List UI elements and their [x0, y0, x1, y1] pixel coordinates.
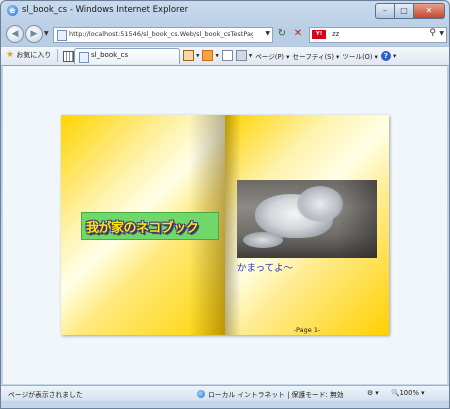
- quick-tabs-icon[interactable]: [63, 51, 74, 62]
- toolbar-separator: [57, 49, 58, 62]
- search-input[interactable]: zz: [332, 30, 339, 38]
- page-icon: [79, 52, 89, 63]
- address-bar[interactable]: http://localhost:51546/sl_book_cs.Web/sl…: [53, 27, 273, 43]
- navigation-bar: ◀ ▶ ▼ http://localhost:51546/sl_book_cs.…: [1, 23, 449, 45]
- maximize-button[interactable]: □: [394, 3, 413, 19]
- stop-icon[interactable]: ✕: [291, 27, 305, 41]
- cat-paw: [243, 232, 283, 248]
- browser-window: e sl_book_cs - Windows Internet Explorer…: [0, 0, 450, 409]
- history-dropdown[interactable]: ▼: [44, 30, 49, 37]
- page-menu[interactable]: ページ(P) ▾: [255, 51, 289, 61]
- tab-label: sl_book_cs: [91, 51, 129, 59]
- feeds-button[interactable]: ▾: [202, 50, 219, 61]
- page-icon: [57, 30, 67, 41]
- refresh-icon[interactable]: ↻: [275, 27, 289, 41]
- book-right-page[interactable]: かまってよ～ -Page 1-: [225, 115, 389, 335]
- photo-shade: [337, 180, 377, 258]
- forward-arrow-icon: ▶: [30, 29, 38, 39]
- zoom-level[interactable]: 🔍100% ▾: [391, 389, 424, 397]
- page-number: -Page 1-: [293, 326, 321, 334]
- mail-button[interactable]: [221, 50, 233, 61]
- book-title: 我が家のネコブック: [86, 221, 199, 236]
- address-dropdown[interactable]: ▼: [265, 30, 270, 37]
- search-box[interactable]: Y! zz ⚲ ▼: [309, 27, 447, 43]
- feeds-icon: [202, 50, 214, 61]
- status-icons[interactable]: ⚙ ▾: [367, 389, 379, 397]
- favorites-label: お気に入り: [16, 51, 52, 59]
- tools-menu[interactable]: ツール(O) ▾: [342, 51, 378, 61]
- book-left-page[interactable]: 我が家のネコブック: [61, 115, 225, 335]
- caption-buttons: – □ ✕: [375, 3, 445, 19]
- tab-sl-book-cs[interactable]: sl_book_cs: [74, 48, 180, 64]
- close-button[interactable]: ✕: [413, 3, 445, 19]
- cat-photo: [237, 180, 377, 258]
- window-title: sl_book_cs - Windows Internet Explorer: [22, 5, 189, 15]
- help-icon: ?: [380, 50, 391, 61]
- print-icon: [235, 50, 247, 61]
- page-content: 我が家のネコブック かまってよ～ -Page 1-: [3, 65, 447, 384]
- security-zone-label: ローカル イントラネット | 保護モード: 無効: [208, 391, 344, 399]
- favorites-button[interactable]: ★ お気に入り: [6, 49, 51, 62]
- mail-icon: [221, 50, 233, 61]
- command-toolbar: ▾ ▾ ▾ ページ(P) ▾ セーフティ(S) ▾ ツール(O) ▾ ? ▾: [183, 49, 399, 62]
- tools-menu-label: ツール(O): [342, 52, 373, 61]
- book[interactable]: 我が家のネコブック かまってよ～ -Page 1-: [61, 115, 389, 335]
- back-arrow-icon: ◀: [11, 29, 19, 39]
- print-button[interactable]: ▾: [235, 50, 252, 61]
- magnifier-icon[interactable]: ⚲: [429, 28, 436, 38]
- status-text: ページが表示されました: [8, 391, 83, 399]
- search-dropdown[interactable]: ▼: [439, 30, 444, 37]
- command-bar: ★ お気に入り sl_book_cs ▾ ▾ ▾ ページ(P) ▾ セーフティ(…: [1, 46, 449, 66]
- minimize-button[interactable]: –: [375, 3, 394, 19]
- page-menu-label: ページ(P): [255, 52, 284, 61]
- zoom-value: 100%: [399, 389, 419, 397]
- status-bar: ページが表示されました ローカル イントラネット | 保護モード: 無効 ⚙ ▾…: [1, 385, 449, 401]
- book-title-banner: 我が家のネコブック: [81, 212, 219, 240]
- security-zone[interactable]: ローカル イントラネット | 保護モード: 無効: [197, 389, 344, 399]
- globe-icon: [197, 390, 205, 398]
- yahoo-search-icon: Y!: [312, 30, 326, 39]
- address-url[interactable]: http://localhost:51546/sl_book_cs.Web/sl…: [69, 30, 253, 38]
- title-bar: e sl_book_cs - Windows Internet Explorer…: [1, 1, 449, 21]
- favorites-star-icon: ★: [6, 50, 15, 60]
- safety-menu-label: セーフティ(S): [292, 52, 334, 61]
- forward-button[interactable]: ▶: [25, 25, 43, 43]
- ie-logo-icon: e: [7, 5, 18, 16]
- home-icon: [183, 50, 194, 61]
- help-button[interactable]: ? ▾: [380, 50, 396, 61]
- back-button[interactable]: ◀: [6, 25, 24, 43]
- safety-menu[interactable]: セーフティ(S) ▾: [292, 51, 339, 61]
- home-button[interactable]: ▾: [183, 50, 199, 61]
- photo-caption: かまってよ～: [237, 263, 294, 274]
